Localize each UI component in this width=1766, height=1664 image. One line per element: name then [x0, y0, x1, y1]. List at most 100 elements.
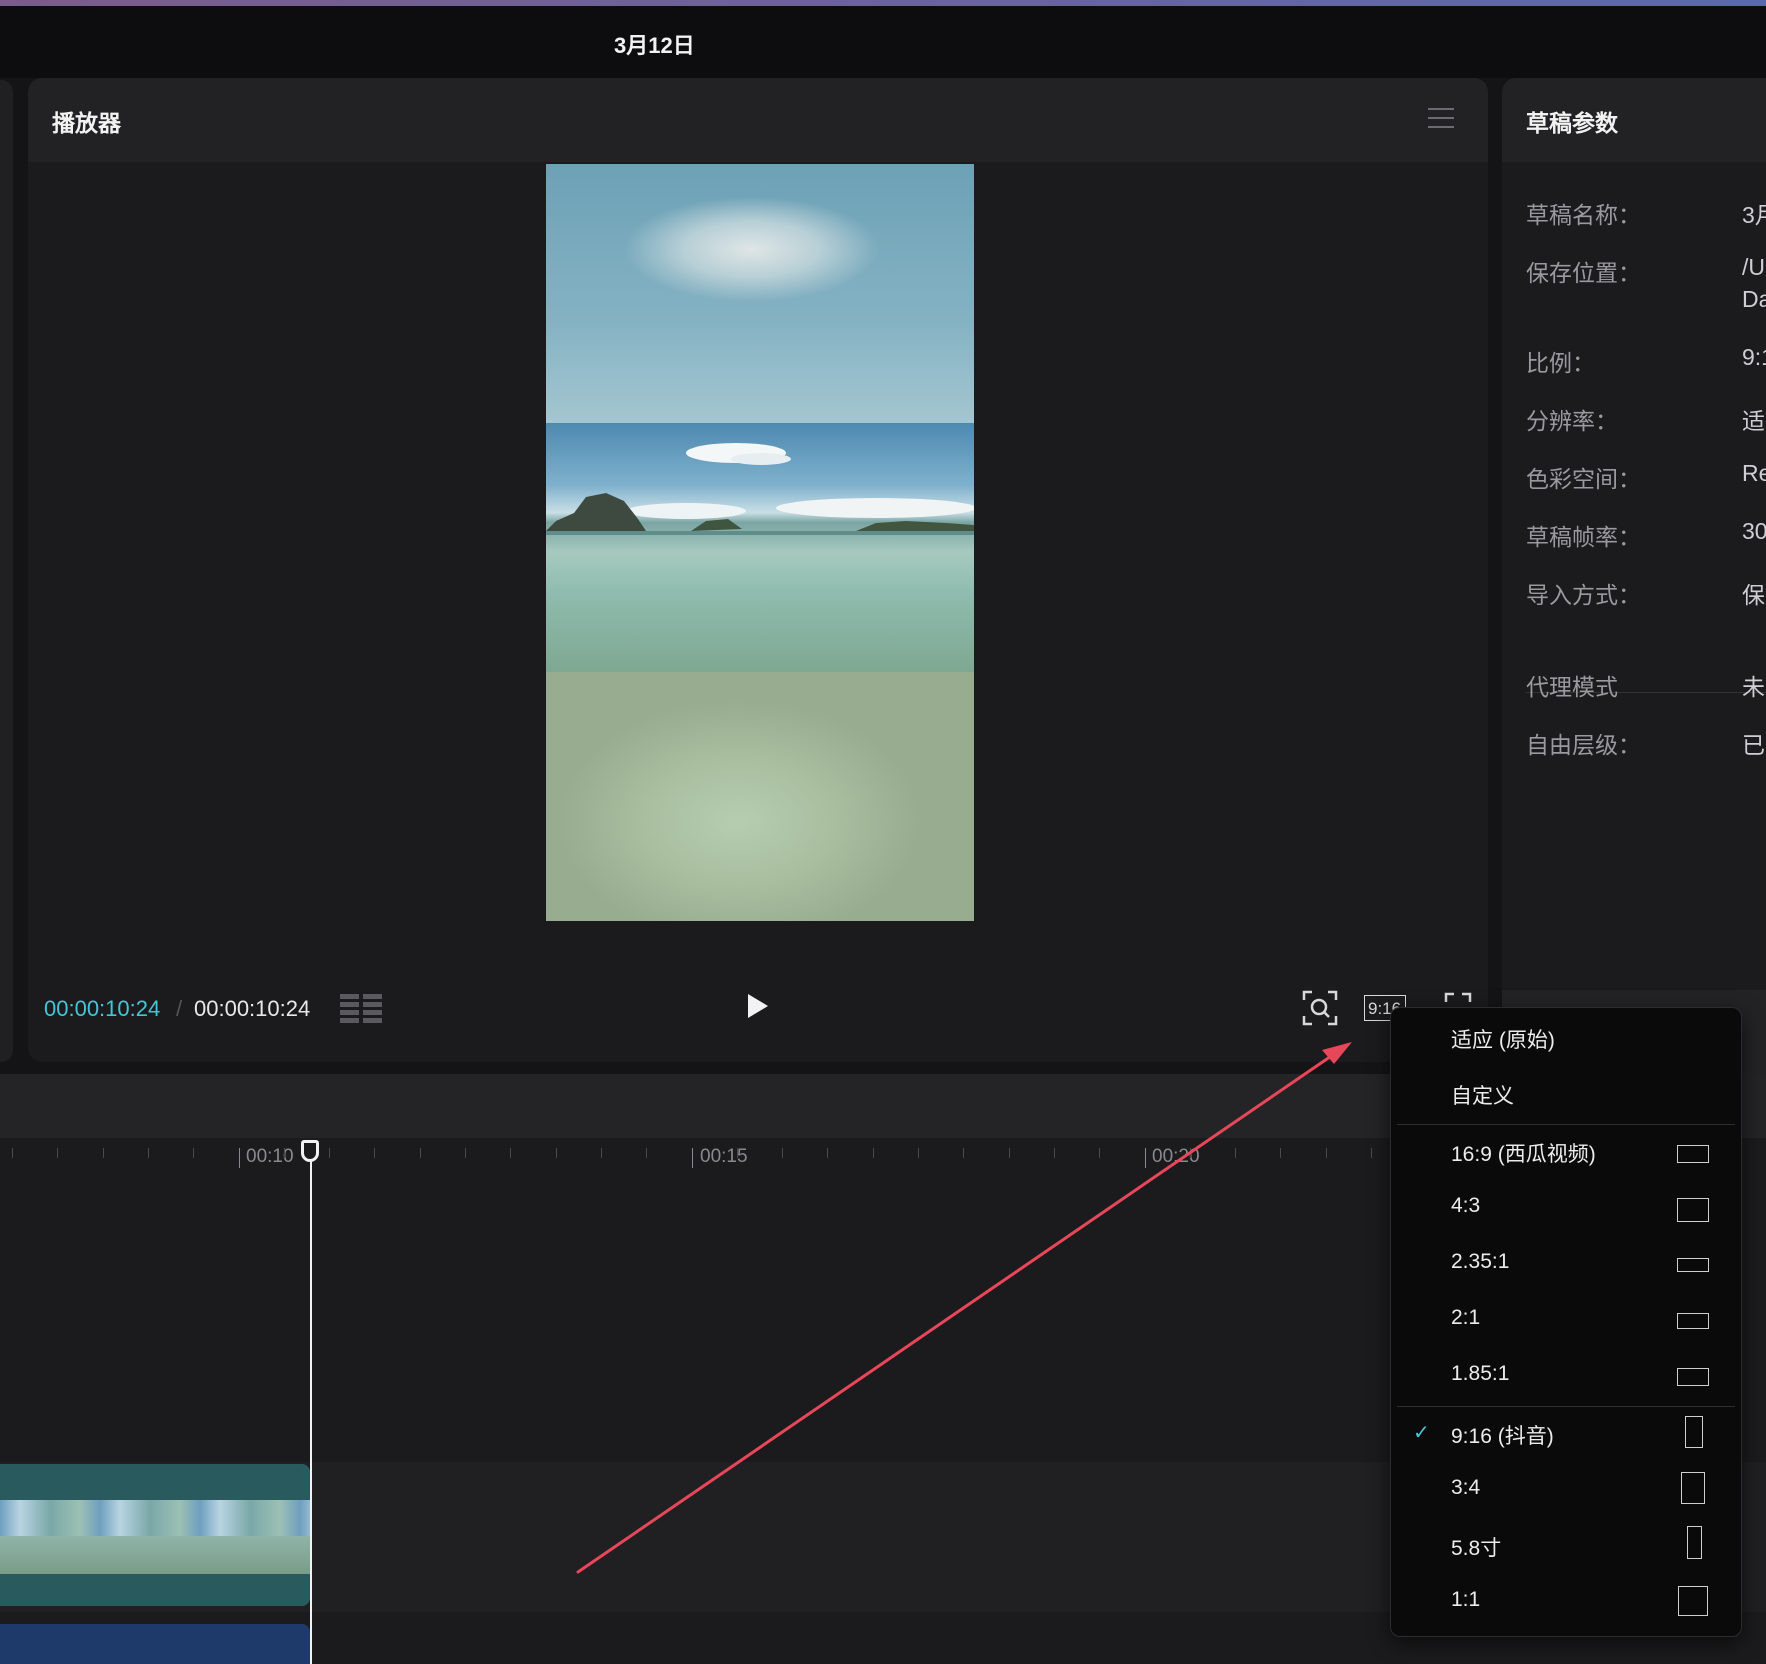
current-timecode: 00:00:10:24	[44, 996, 161, 1021]
save-location-label: 保存位置：	[1526, 260, 1641, 286]
ruler-tick	[465, 1148, 466, 1158]
player-title: 播放器	[52, 110, 121, 136]
ruler-tick	[782, 1148, 783, 1158]
video-main-frame	[546, 423, 974, 672]
ratio-4-3-icon	[1677, 1198, 1709, 1222]
ruler-tick	[918, 1148, 919, 1158]
ruler-tick	[57, 1148, 58, 1158]
zoom-fit-icon[interactable]	[1302, 990, 1338, 1026]
ruler-label: 00:15	[700, 1146, 748, 1167]
ruler-tick	[420, 1148, 421, 1158]
ruler-tick	[374, 1148, 375, 1158]
ruler-tick	[12, 1148, 13, 1158]
frame-rate-label: 草稿帧率：	[1526, 524, 1641, 550]
ratio-1-1-icon	[1678, 1586, 1708, 1616]
hamburger-menu-icon[interactable]	[1428, 108, 1454, 130]
save-location-value-line2: Da	[1742, 286, 1766, 312]
frame-rate-value: 30	[1742, 518, 1766, 544]
draft-params-panel: 草稿参数 草稿名称： 3月 保存位置： /U Da 比例： 9:1 分辨率： 适…	[1502, 78, 1766, 1074]
playhead-line[interactable]	[310, 1152, 312, 1664]
reference-lines-icon[interactable]	[340, 992, 384, 1024]
ruler-tick	[193, 1148, 194, 1158]
video-blur-top	[546, 164, 974, 423]
ruler-tick	[1326, 1148, 1327, 1158]
ruler-tick	[329, 1148, 330, 1158]
player-panel: 播放器 00:00:10:24 / 00:00:10:24 9:16	[28, 78, 1488, 1062]
draft-name-value: 3月	[1742, 202, 1766, 228]
ratio-option-fit-original[interactable]: 适应 (原始)	[1451, 1024, 1555, 1054]
playhead-handle[interactable]	[301, 1140, 319, 1162]
ratio-label: 比例：	[1526, 350, 1595, 376]
color-space-value: Re	[1742, 460, 1766, 486]
ratio-option-4-3[interactable]: 4:3	[1451, 1194, 1480, 1218]
resolution-label: 分辨率：	[1526, 408, 1618, 434]
title-bar: 3月12日	[0, 6, 1766, 78]
resolution-value: 适	[1742, 408, 1765, 434]
aspect-ratio-menu: 适应 (原始) 自定义 16:9 (西瓜视频) 4:3 2.35:1 2:1 1…	[1390, 1007, 1742, 1637]
color-space-label: 色彩空间：	[1526, 466, 1641, 492]
ratio-option-5-8-inch[interactable]: 5.8寸	[1451, 1532, 1501, 1562]
menu-divider	[1397, 1406, 1735, 1407]
ruler-tick	[1145, 1148, 1146, 1168]
ruler-tick	[284, 1148, 285, 1158]
left-panel-edge	[0, 80, 13, 1062]
window-title: 3月12日	[614, 33, 695, 58]
ruler-tick	[148, 1148, 149, 1158]
ratio-option-2-35-1[interactable]: 2.35:1	[1451, 1250, 1509, 1274]
ruler-tick	[1235, 1148, 1236, 1158]
ruler-tick	[601, 1148, 602, 1158]
total-timecode: 00:00:10:24	[194, 996, 311, 1021]
ratio-option-2-1[interactable]: 2:1	[1451, 1306, 1480, 1330]
timecode-separator: /	[176, 996, 183, 1021]
ruler-tick	[873, 1148, 874, 1158]
ruler-tick	[510, 1148, 511, 1158]
ratio-option-9-16[interactable]: 9:16 (抖音)	[1451, 1420, 1554, 1450]
ratio-option-1-85-1[interactable]: 1.85:1	[1451, 1362, 1509, 1386]
save-location-value: /U	[1742, 254, 1765, 280]
ratio-value: 9:1	[1742, 344, 1766, 370]
ratio-3-4-icon	[1681, 1472, 1705, 1504]
island-scene-icon	[546, 443, 974, 535]
import-mode-value: 保	[1742, 582, 1765, 608]
ruler-tick	[1009, 1148, 1010, 1158]
ratio-1-85-1-icon	[1677, 1368, 1709, 1386]
ruler-tick	[1371, 1148, 1372, 1158]
ratio-option-16-9[interactable]: 16:9 (西瓜视频)	[1451, 1138, 1596, 1168]
ruler-tick	[1099, 1148, 1100, 1158]
video-clip[interactable]	[0, 1464, 310, 1606]
ratio-option-3-4[interactable]: 3:4	[1451, 1476, 1480, 1500]
draft-params-title: 草稿参数	[1526, 110, 1618, 136]
draft-params-header: 草稿参数	[1502, 78, 1766, 162]
ruler-label: 00:20	[1152, 1146, 1200, 1167]
ruler-tick	[646, 1148, 647, 1158]
free-layer-value: 已	[1742, 732, 1765, 758]
ratio-9-16-icon	[1685, 1416, 1703, 1448]
video-preview[interactable]	[546, 164, 974, 921]
ruler-tick	[103, 1148, 104, 1158]
ruler-tick	[1190, 1148, 1191, 1158]
video-blur-bottom	[546, 672, 974, 921]
import-mode-label: 导入方式：	[1526, 582, 1641, 608]
free-layer-label: 自由层级：	[1526, 732, 1641, 758]
ratio-2-35-1-icon	[1677, 1258, 1709, 1272]
player-header: 播放器	[28, 78, 1488, 162]
ratio-5-8-inch-icon	[1687, 1526, 1702, 1559]
proxy-mode-value: 未	[1742, 674, 1765, 700]
ruler-tick	[827, 1148, 828, 1158]
ruler-tick	[556, 1148, 557, 1158]
ruler-tick	[692, 1148, 693, 1168]
play-button[interactable]	[748, 994, 768, 1018]
ratio-16-9-icon	[1677, 1145, 1709, 1163]
ruler-tick	[963, 1148, 964, 1158]
clip-thumbnails	[0, 1500, 310, 1574]
ruler-tick	[1054, 1148, 1055, 1158]
menu-divider	[1397, 1124, 1735, 1125]
selected-check-icon: ✓	[1413, 1422, 1430, 1444]
ratio-2-1-icon	[1677, 1313, 1709, 1329]
ratio-option-1-1[interactable]: 1:1	[1451, 1588, 1480, 1612]
draft-name-label: 草稿名称：	[1526, 202, 1641, 228]
ruler-label: 00:10	[246, 1146, 294, 1167]
audio-clip[interactable]	[0, 1624, 310, 1664]
ratio-option-custom[interactable]: 自定义	[1451, 1080, 1514, 1110]
ruler-tick	[737, 1148, 738, 1158]
